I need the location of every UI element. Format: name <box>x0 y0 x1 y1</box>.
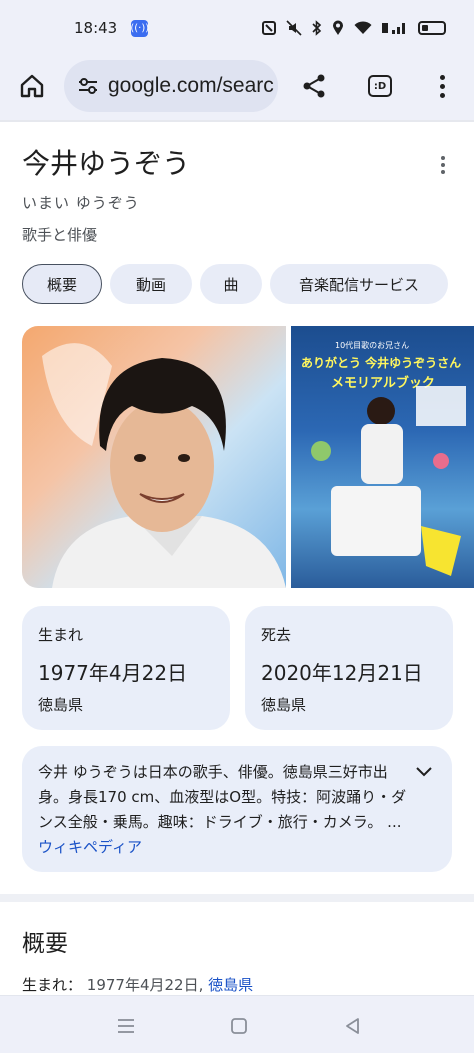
back-icon <box>346 1018 359 1034</box>
about-title: 概要 <box>22 931 68 957</box>
browser-toolbar: google.com/searc :D <box>0 56 474 120</box>
mute-icon <box>286 20 302 36</box>
back-button[interactable] <box>334 1008 370 1044</box>
system-nav-bar <box>0 995 474 1053</box>
entity-reading: いまい ゆうぞう <box>22 194 140 212</box>
chip-music-services[interactable]: 音楽配信サービス <box>270 264 448 304</box>
tab-switcher-icon: :D <box>368 75 392 97</box>
died-place: 徳島県 <box>261 696 307 714</box>
recents-button[interactable] <box>108 1008 144 1044</box>
entity-title: 今井ゆうぞう <box>22 147 191 180</box>
location-icon <box>333 20 343 35</box>
description-text: 今井 ゆうぞうは日本の歌手、俳優。徳島県三好市出身。身長170 cm、血液型はO… <box>38 760 410 860</box>
section-divider <box>0 894 474 902</box>
home-icon <box>20 74 44 98</box>
site-settings-icon[interactable] <box>78 77 98 95</box>
entity-subtitle: 歌手と俳優 <box>22 226 98 244</box>
status-icons <box>262 20 446 36</box>
memorial-book-cover[interactable]: 10代目歌のお兄さん ありがとう 今井ゆうぞうさん メモリアルブック <box>291 326 474 588</box>
chevron-down-icon <box>416 767 432 777</box>
description-card: 今井 ゆうぞうは日本の歌手、俳優。徳島県三好市出身。身長170 cm、血液型はO… <box>22 746 452 872</box>
born-label: 生まれ <box>38 626 84 644</box>
wifi-icon <box>354 21 372 34</box>
tab-switcher-button[interactable]: :D <box>362 68 398 104</box>
share-button[interactable] <box>296 68 332 104</box>
home-button[interactable] <box>14 68 50 104</box>
about-born-value: 1977年4月22日, <box>86 976 204 994</box>
url-text: google.com/searc <box>108 74 274 97</box>
more-vert-icon[interactable] <box>426 68 458 104</box>
book-cover-illustration <box>311 386 466 576</box>
born-place: 徳島県 <box>38 696 84 714</box>
home-nav-icon <box>231 1018 247 1034</box>
born-date: 1977年4月22日 <box>38 661 188 685</box>
chip-videos[interactable]: 動画 <box>110 264 192 304</box>
expand-button[interactable] <box>414 764 434 780</box>
battery-icon <box>418 21 446 35</box>
wikipedia-link[interactable]: ウィキペディア <box>38 838 142 856</box>
home-nav-button[interactable] <box>221 1008 257 1044</box>
died-date: 2020年12月21日 <box>261 661 423 685</box>
share-icon <box>303 74 325 98</box>
chip-overview[interactable]: 概要 <box>22 264 102 304</box>
description-body: 今井 ゆうぞうは日本の歌手、俳優。徳島県三好市出身。身長170 cm、血液型はO… <box>38 763 407 831</box>
died-label: 死去 <box>261 626 292 644</box>
address-bar[interactable]: google.com/searc <box>64 60 278 112</box>
toolbar-divider <box>0 120 474 122</box>
portrait-photo[interactable] <box>22 326 286 588</box>
born-card[interactable]: 生まれ 1977年4月22日 徳島県 <box>22 606 230 730</box>
filter-chips: 概要 動画 曲 音楽配信サービス <box>22 264 448 304</box>
entity-more-icon[interactable] <box>436 156 450 176</box>
chip-songs[interactable]: 曲 <box>200 264 262 304</box>
about-born-place-link[interactable]: 徳島県 <box>208 976 253 994</box>
about-born-label: 生まれ： <box>22 976 83 994</box>
cast-icon: ((·)) <box>130 19 149 37</box>
signal-icon <box>382 23 405 34</box>
nfc-icon <box>262 21 276 35</box>
portrait-illustration <box>42 343 286 588</box>
recents-icon <box>118 1019 134 1033</box>
status-time: 18:43 <box>74 19 118 37</box>
status-bar: 18:43 ((·)) <box>0 0 474 56</box>
bluetooth-icon <box>312 20 322 36</box>
about-born-row: 生まれ： 1977年4月22日, 徳島県 <box>22 974 253 995</box>
died-card[interactable]: 死去 2020年12月21日 徳島県 <box>245 606 453 730</box>
